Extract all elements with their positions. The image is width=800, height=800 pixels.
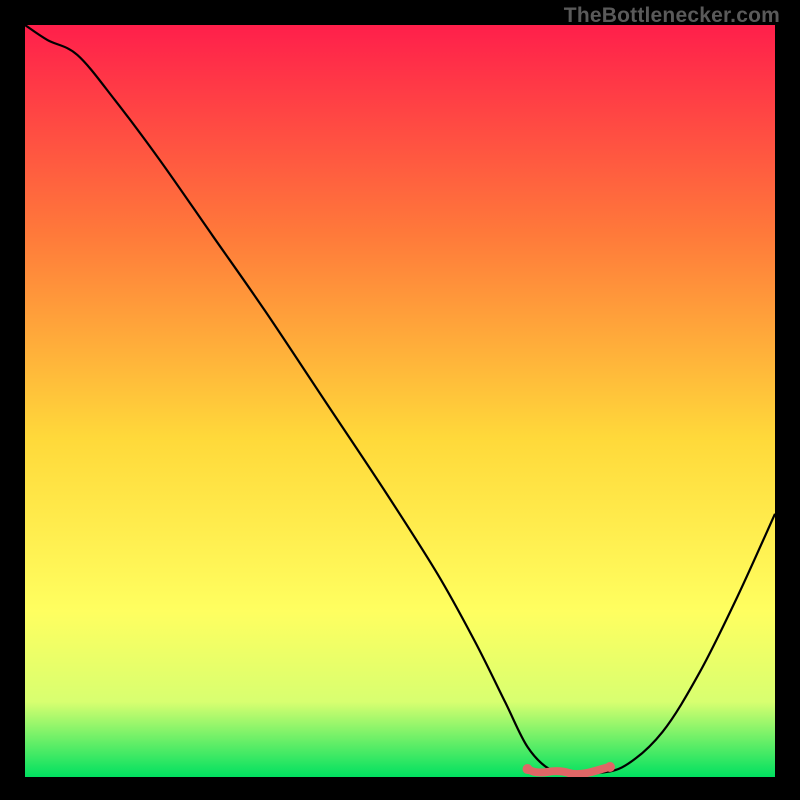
chart-container: TheBottlenecker.com: [0, 0, 800, 800]
chart-svg: [25, 25, 775, 777]
gradient-background: [25, 25, 775, 777]
highlight-endpoint-right: [605, 762, 615, 772]
plot-area: [25, 25, 775, 777]
highlight-endpoint-left: [523, 764, 533, 774]
